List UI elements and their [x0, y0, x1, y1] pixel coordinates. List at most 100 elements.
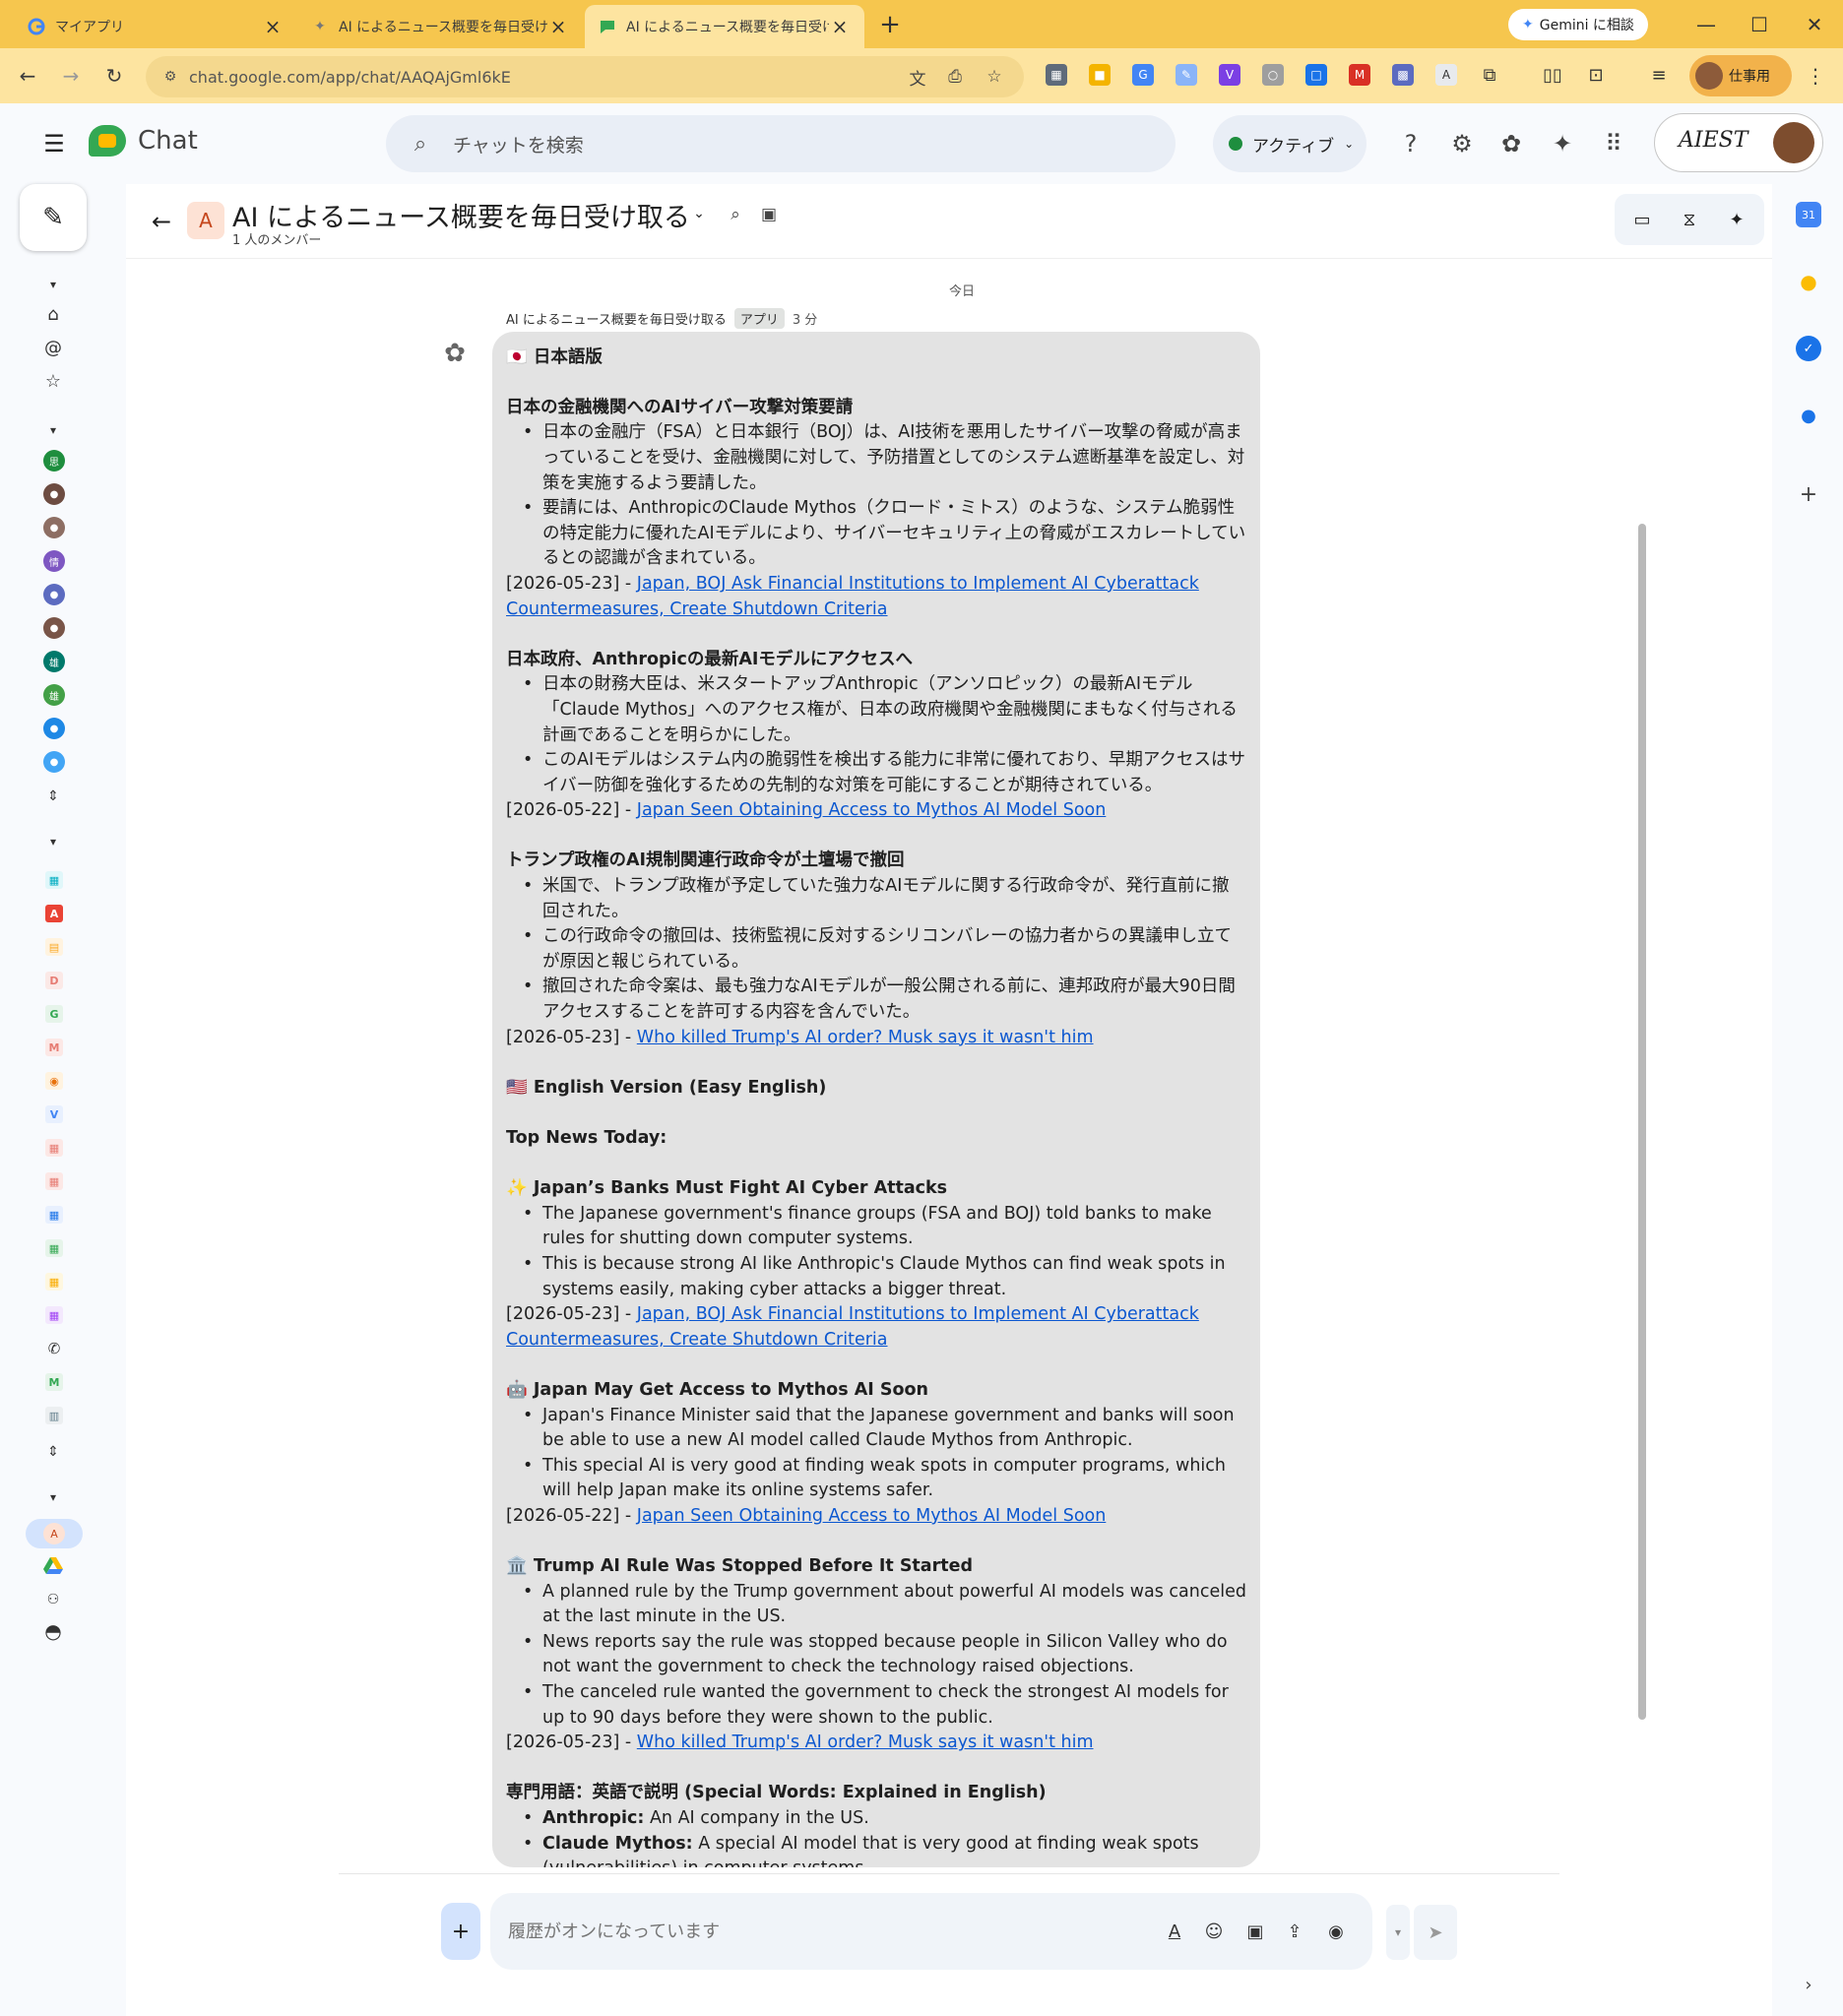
- apps-script-icon[interactable]: ✿: [1494, 127, 1528, 160]
- reload-icon[interactable]: ↻: [98, 60, 130, 92]
- send-options-icon[interactable]: ▾: [1386, 1905, 1410, 1960]
- avatar[interactable]: 思: [43, 450, 65, 472]
- profile-chip[interactable]: 仕事用: [1689, 55, 1792, 96]
- clipboard-icon[interactable]: ▤: [45, 938, 63, 956]
- source-link[interactable]: Who killed Trump's AI order? Musk says i…: [637, 1732, 1094, 1752]
- building-icon[interactable]: ▥: [45, 1407, 63, 1424]
- sender-name[interactable]: AI によるニュース概要を毎日受け取る: [506, 309, 727, 328]
- gmail-icon[interactable]: M: [1349, 64, 1370, 86]
- collapse-icon[interactable]: ▾: [39, 271, 67, 298]
- chevron-down-icon[interactable]: ⌄: [689, 204, 709, 223]
- hourglass-icon[interactable]: ⧖: [1676, 206, 1703, 233]
- install-app-icon[interactable]: ⎙: [943, 65, 967, 89]
- upload-icon[interactable]: ⇪: [1280, 1917, 1309, 1946]
- text-format-icon[interactable]: A: [1160, 1917, 1189, 1946]
- app-icon[interactable]: A: [45, 905, 63, 922]
- avatar[interactable]: ●: [43, 751, 65, 773]
- search-input[interactable]: チャットを検索: [453, 131, 584, 158]
- contacts-icon[interactable]: ●: [1796, 403, 1821, 428]
- sticker-icon[interactable]: ▣: [1240, 1917, 1270, 1946]
- app-icon[interactable]: M: [45, 1039, 63, 1056]
- scrollbar[interactable]: [1638, 524, 1646, 1720]
- app-icon[interactable]: G: [45, 1005, 63, 1023]
- home-icon[interactable]: ⌂: [39, 300, 67, 328]
- app-icon[interactable]: D: [45, 972, 63, 989]
- media-control-icon[interactable]: ≡: [1648, 64, 1670, 86]
- palette-icon[interactable]: ◉: [45, 1072, 63, 1090]
- member-count[interactable]: 1 人のメンバー: [232, 229, 321, 248]
- add-app-icon[interactable]: +: [1796, 481, 1821, 507]
- app-icon[interactable]: ▦: [45, 1239, 63, 1257]
- collapse-icon[interactable]: ▾: [39, 416, 67, 444]
- search-icon[interactable]: ⌕: [723, 202, 748, 227]
- site-settings-icon[interactable]: ⚙: [159, 66, 181, 88]
- app-icon[interactable]: M: [45, 1373, 63, 1391]
- emoji-icon[interactable]: ☺: [1199, 1917, 1229, 1946]
- tab-search-icon[interactable]: ⊡: [1585, 64, 1607, 86]
- source-link[interactable]: Who killed Trump's AI order? Musk says i…: [637, 1028, 1094, 1047]
- phone-icon[interactable]: ✆: [45, 1340, 63, 1357]
- record-icon[interactable]: ◉: [1321, 1917, 1351, 1946]
- space-item-news-bot[interactable]: A: [26, 1519, 83, 1548]
- new-tab-button[interactable]: +: [876, 11, 904, 38]
- app-icon[interactable]: ▦: [45, 871, 63, 889]
- close-tab-icon[interactable]: ×: [547, 16, 569, 37]
- help-icon[interactable]: ?: [1394, 127, 1428, 160]
- collapse-icon[interactable]: ▾: [39, 828, 67, 855]
- new-chat-icon[interactable]: ✎: [20, 184, 87, 251]
- github-icon[interactable]: ◓: [39, 1617, 67, 1645]
- bot-icon[interactable]: ✿: [437, 336, 473, 371]
- back-arrow-icon[interactable]: ←: [144, 204, 179, 239]
- app-icon[interactable]: ▦: [45, 1172, 63, 1190]
- chat-logo[interactable]: Chat: [89, 125, 198, 157]
- pin-icon[interactable]: ✦: [1723, 206, 1750, 233]
- starred-icon[interactable]: ☆: [39, 367, 67, 395]
- close-tab-icon[interactable]: ×: [262, 16, 284, 37]
- gear-icon[interactable]: ⚙: [1445, 127, 1479, 160]
- bookmark-star-icon[interactable]: ☆: [983, 65, 1006, 89]
- close-window-icon[interactable]: ✕: [1800, 10, 1829, 39]
- minimize-icon[interactable]: —: [1691, 10, 1721, 39]
- avatar[interactable]: ●: [43, 718, 65, 739]
- extensions-puzzle-icon[interactable]: ⧉: [1479, 64, 1500, 86]
- extension-icon[interactable]: ▩: [1392, 64, 1414, 86]
- close-tab-icon[interactable]: ×: [829, 16, 851, 37]
- avatar[interactable]: ●: [43, 483, 65, 505]
- app-icon[interactable]: ▦: [45, 1273, 63, 1291]
- calendar-icon[interactable]: 31: [1796, 202, 1821, 227]
- gemini-button[interactable]: ✦ Gemini に相談: [1508, 9, 1648, 40]
- gemini-icon[interactable]: ✦: [1546, 127, 1579, 160]
- extension-icon[interactable]: V: [1219, 64, 1240, 86]
- send-icon[interactable]: ➤: [1414, 1905, 1457, 1960]
- extension-icon[interactable]: ○: [1262, 64, 1284, 86]
- collapse-icon[interactable]: ▾: [39, 1483, 67, 1511]
- google-apps-icon[interactable]: ⠿: [1597, 127, 1630, 160]
- app-icon[interactable]: ▦: [45, 1306, 63, 1324]
- extension-icon[interactable]: A: [1435, 64, 1457, 86]
- avatar[interactable]: 情: [43, 550, 65, 572]
- avatar[interactable]: 雄: [43, 684, 65, 706]
- extension-icon[interactable]: ✎: [1176, 64, 1197, 86]
- message-input[interactable]: [508, 1911, 1059, 1952]
- avatar[interactable]: ●: [43, 584, 65, 605]
- extension-icon[interactable]: □: [1305, 64, 1327, 86]
- browser-tab-news-bot[interactable]: ✦ AI によるニュース概要を毎日受け取る ×: [297, 5, 583, 48]
- expand-icon[interactable]: ⇕: [39, 1438, 67, 1466]
- app-icon[interactable]: V: [45, 1105, 63, 1123]
- avatar[interactable]: ●: [43, 617, 65, 639]
- app-icon[interactable]: ▦: [45, 1139, 63, 1157]
- status-dropdown[interactable]: アクティブ ⌄: [1213, 115, 1366, 172]
- address-bar[interactable]: ⚙ chat.google.com/app/chat/AAQAjGml6kE 文…: [146, 56, 1024, 97]
- source-link[interactable]: Japan Seen Obtaining Access to Mythos AI…: [637, 800, 1107, 820]
- browser-tab-my-apps[interactable]: マイアプリ ×: [14, 5, 297, 48]
- avatar[interactable]: 雄: [43, 651, 65, 672]
- extension-icon[interactable]: ■: [1089, 64, 1111, 86]
- extension-icon[interactable]: ▦: [1046, 64, 1067, 86]
- tasks-icon[interactable]: ✓: [1796, 336, 1821, 361]
- extension-icon[interactable]: G: [1132, 64, 1154, 86]
- browser-tab-chat[interactable]: AI によるニュース概要を毎日受け取る ×: [585, 5, 864, 48]
- back-arrow-icon[interactable]: ←: [12, 60, 43, 92]
- browser-menu-icon[interactable]: ⋮: [1800, 60, 1831, 92]
- chevron-right-icon[interactable]: ›: [1796, 1972, 1821, 1997]
- account-button[interactable]: AIEST: [1654, 113, 1823, 172]
